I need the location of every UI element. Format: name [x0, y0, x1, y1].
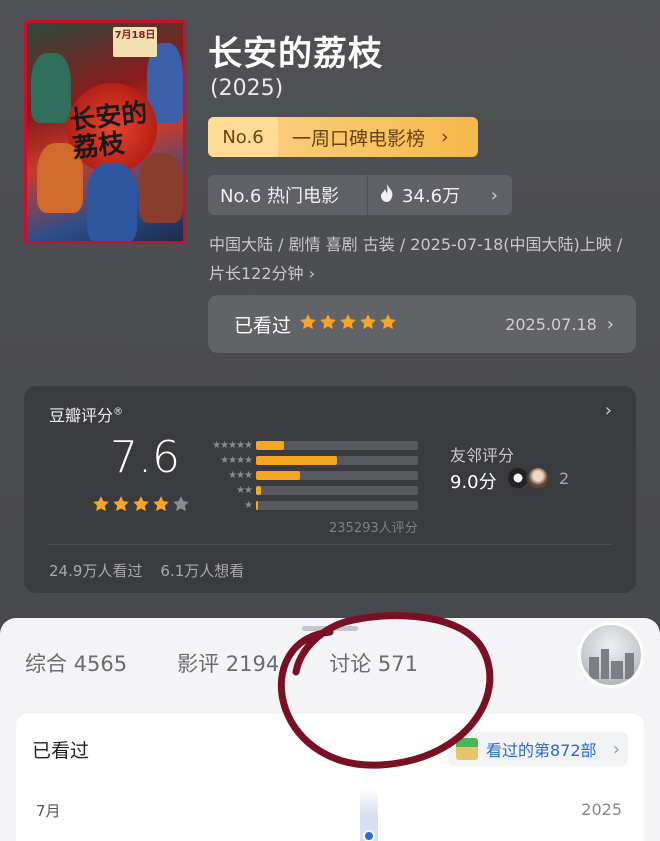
timeline-marker[interactable]	[363, 830, 375, 841]
timeline-month: 7月	[36, 802, 61, 820]
friend-rating-score: 9.0分	[450, 472, 497, 493]
star-icon	[319, 313, 337, 335]
chevron-right-icon: ›	[606, 313, 614, 335]
movie-year: (2025)	[210, 76, 284, 101]
friend-rating-title: 友邻评分	[450, 446, 515, 465]
review-tabs: 综合 4565 影评 2194 讨论 571	[25, 648, 418, 678]
star-icon	[172, 495, 190, 517]
chevron-right-icon: ›	[490, 184, 498, 206]
distribution-row: ★★★★★	[198, 438, 418, 453]
rating-count: 235293人评分	[329, 521, 418, 536]
watched-history-card: 已看过 看过的第872部 › 7月 2025	[16, 714, 644, 841]
star-icon	[339, 313, 357, 335]
distribution-bar	[256, 486, 418, 495]
timeline-year: 2025	[581, 800, 622, 819]
movie-meta-info[interactable]: 中国大陆 / 剧情 喜剧 古装 / 2025-07-18(中国大陆)上映 / 片…	[209, 230, 639, 288]
rating-distribution: ★★★★★ ★★★★ ★★★ ★★ ★	[198, 438, 418, 513]
chevron-right-icon: ›	[612, 738, 620, 760]
distribution-bar-fill	[256, 501, 258, 510]
distribution-bar	[256, 456, 418, 465]
star-icon	[92, 495, 110, 517]
watched-nth-text: 看过的第872部	[486, 741, 597, 760]
watched-label: 已看过	[234, 314, 292, 337]
rating-score: 7.6	[110, 432, 180, 483]
my-watch-status[interactable]: 已看过 2025.07.18 ›	[208, 295, 636, 353]
distribution-star-label: ★★★★	[220, 455, 253, 466]
star-icon	[112, 495, 130, 517]
card-title: 已看过	[32, 740, 90, 762]
distribution-star-label: ★	[244, 500, 253, 511]
user-avatar[interactable]	[578, 622, 644, 688]
distribution-bar-fill	[256, 486, 261, 495]
distribution-row: ★★	[198, 483, 418, 498]
watched-count: 24.9万人看过	[49, 562, 143, 580]
rank-number: No.6	[208, 117, 278, 157]
avatar	[526, 466, 550, 490]
watched-nth-badge[interactable]: 看过的第872部 ›	[448, 732, 628, 766]
hot-count: 34.6万	[402, 186, 461, 207]
star-icon	[379, 313, 397, 335]
star-icon	[152, 495, 170, 517]
distribution-bar	[256, 441, 418, 450]
distribution-bar-fill	[256, 441, 284, 450]
poster-date-tag: 7月18日	[113, 27, 157, 57]
movie-poster[interactable]: 7月18日 长安的荔枝	[24, 20, 186, 244]
distribution-bar	[256, 471, 418, 480]
poster-title-text: 长安的荔枝	[68, 98, 149, 165]
distribution-star-label: ★★★	[228, 470, 253, 481]
tab-overview[interactable]: 综合 4565	[25, 648, 127, 678]
distribution-row: ★	[198, 498, 418, 513]
distribution-row: ★★★★	[198, 453, 418, 468]
meta-text: 中国大陆 / 剧情 喜剧 古装 / 2025-07-18(中国大陆)上映 / 片…	[209, 235, 623, 283]
drag-handle[interactable]	[302, 626, 358, 631]
watched-date: 2025.07.18	[505, 314, 597, 334]
chevron-right-icon[interactable]: ›	[605, 400, 612, 421]
rating-stars	[92, 495, 190, 517]
rank-label: 一周口碑电影榜	[292, 127, 426, 150]
distribution-bar-fill	[256, 471, 300, 480]
want-count: 6.1万人想看	[160, 562, 245, 580]
weekly-rank-badge[interactable]: No.6 一周口碑电影榜 ›	[208, 117, 478, 157]
chevron-right-icon: ›	[441, 126, 449, 148]
douban-rating-card[interactable]: 豆瓣评分® › 7.6 ★★★★★ ★★★★ ★★★ ★★ ★ 235293人评分 友邻…	[24, 386, 636, 593]
reviews-sheet: 综合 4565 影评 2194 讨论 571 已看过 看过的第872部 › 7月…	[0, 618, 660, 841]
divider	[48, 544, 612, 545]
movie-title: 长安的荔枝	[208, 34, 383, 74]
friend-count: 2	[559, 469, 570, 488]
hot-movie-badge[interactable]: No.6 热门电影 34.6万 ›	[208, 175, 512, 215]
friend-avatars[interactable]	[506, 466, 550, 490]
distribution-star-label: ★★★★★	[212, 440, 253, 451]
flame-icon	[380, 183, 394, 207]
my-rating-stars	[299, 313, 397, 335]
distribution-star-label: ★★	[236, 485, 253, 496]
tab-reviews[interactable]: 影评 2194	[177, 648, 279, 678]
chevron-right-icon: ›	[308, 264, 316, 283]
book-icon	[456, 738, 478, 760]
star-icon	[132, 495, 150, 517]
star-icon	[359, 313, 377, 335]
distribution-bar	[256, 501, 418, 510]
star-icon	[299, 313, 317, 335]
tab-discussion[interactable]: 讨论 571	[329, 648, 418, 678]
distribution-row: ★★★	[198, 468, 418, 483]
hot-rank-label: No.6 热门电影	[208, 175, 368, 215]
rating-title: 豆瓣评分®	[49, 406, 124, 425]
distribution-bar-fill	[256, 456, 337, 465]
